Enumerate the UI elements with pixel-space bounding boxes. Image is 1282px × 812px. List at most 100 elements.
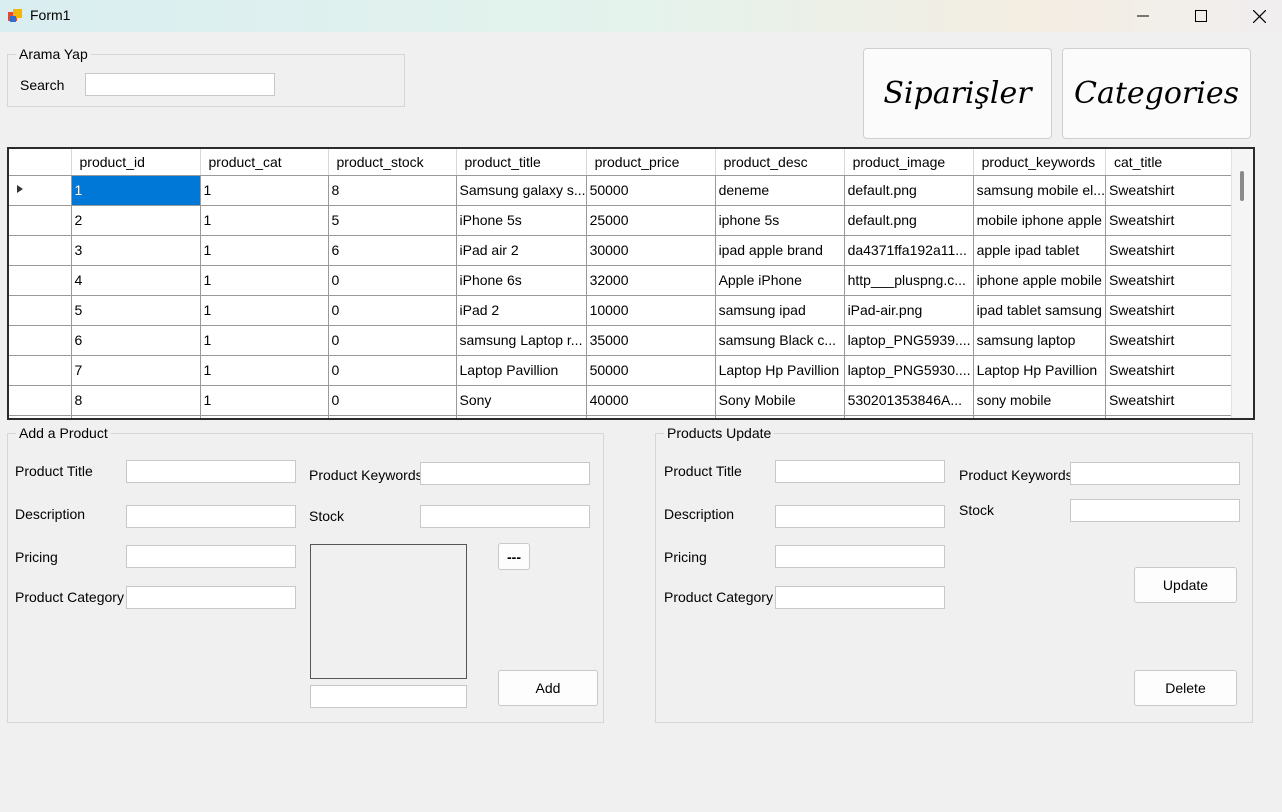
close-button[interactable] [1230, 0, 1282, 32]
table-cell[interactable] [455, 415, 587, 418]
table-cell[interactable]: da4371ffa192a11... [843, 235, 974, 266]
table-cell[interactable]: samsung Laptop r... [455, 325, 587, 356]
table-cell[interactable] [585, 415, 716, 418]
table-cell[interactable]: Laptop Hp Pavillion [972, 355, 1106, 386]
table-cell[interactable]: 0 [327, 355, 457, 386]
table-cell[interactable] [327, 415, 457, 418]
table-cell[interactable]: 1 [199, 325, 329, 356]
table-cell[interactable]: 25000 [585, 205, 716, 236]
table-cell[interactable]: apple ipad tablet [972, 235, 1106, 266]
table-cell[interactable]: 35000 [585, 325, 716, 356]
table-cell[interactable]: laptop_PNG5930.... [843, 355, 974, 386]
table-cell[interactable]: 1 [199, 175, 329, 206]
row-header[interactable] [9, 385, 72, 416]
table-cell[interactable]: 1 [199, 205, 329, 236]
table-cell[interactable]: Sweatshirt [1104, 355, 1234, 386]
table-cell[interactable]: 50000 [585, 355, 716, 386]
table-row[interactable]: 6 1 0 samsung Laptop r... 35000 samsung Black… [9, 325, 1234, 356]
table-cell[interactable]: Sweatshirt [1104, 205, 1234, 236]
categories-button[interactable]: Categories [1062, 48, 1251, 139]
image-path-input[interactable] [310, 685, 467, 708]
table-cell[interactable]: sony mobile [972, 385, 1106, 416]
table-cell[interactable]: http___pluspng.c... [843, 265, 974, 296]
table-row[interactable]: 1 1 8 Samsung galaxy s... 50000 deneme default… [9, 175, 1234, 206]
table-cell[interactable]: 3 [70, 235, 201, 266]
table-cell[interactable]: iPad air 2 [455, 235, 587, 266]
table-cell[interactable]: laptop_PNG5939.... [843, 325, 974, 356]
table-cell[interactable]: Laptop Hp Pavillion [714, 355, 845, 386]
table-cell[interactable]: 0 [327, 385, 457, 416]
row-header[interactable] [9, 235, 72, 266]
add-keywords-input[interactable] [420, 462, 590, 485]
row-header[interactable] [9, 355, 72, 386]
add-button[interactable]: Add [498, 670, 598, 706]
table-row[interactable]: 4 1 0 iPhone 6s 32000 Apple iPhone http___plus… [9, 265, 1234, 296]
table-cell[interactable]: samsung laptop [972, 325, 1106, 356]
table-cell[interactable]: 8 [70, 385, 201, 416]
table-cell[interactable]: Sony Mobile [714, 385, 845, 416]
table-row[interactable]: 2 1 5 iPhone 5s 25000 iphone 5s default.png mob… [9, 205, 1234, 236]
table-cell[interactable]: 30000 [585, 235, 716, 266]
orders-button[interactable]: Siparişler [863, 48, 1052, 139]
table-cell[interactable]: Samsung galaxy s... [455, 175, 587, 206]
table-cell[interactable]: 1 [199, 355, 329, 386]
minimize-button[interactable] [1114, 0, 1172, 32]
table-cell[interactable]: 50000 [585, 175, 716, 206]
table-cell[interactable]: ipad tablet samsung [972, 295, 1106, 326]
table-cell[interactable]: 5 [70, 295, 201, 326]
column-header[interactable]: product_image [844, 149, 974, 176]
table-cell[interactable]: 8 [327, 175, 457, 206]
table-cell[interactable] [1104, 415, 1234, 418]
table-cell[interactable]: 0 [327, 295, 457, 326]
maximize-button[interactable] [1172, 0, 1230, 32]
table-cell[interactable]: 1 [70, 175, 201, 206]
table-cell[interactable]: iphone apple mobile [972, 265, 1106, 296]
table-cell[interactable] [972, 415, 1106, 418]
column-header[interactable]: product_price [586, 149, 716, 176]
row-header[interactable] [9, 415, 72, 418]
browse-image-button[interactable]: --- [498, 543, 530, 570]
table-cell[interactable]: iPhone 5s [455, 205, 587, 236]
update-pricing-input[interactable] [775, 545, 945, 568]
table-cell[interactable] [70, 415, 201, 418]
table-cell[interactable]: 1 [199, 295, 329, 326]
row-header[interactable] [9, 265, 72, 296]
table-cell[interactable]: 530201353846A... [843, 385, 974, 416]
table-cell[interactable]: Laptop Pavillion [455, 355, 587, 386]
table-cell[interactable]: iphone 5s [714, 205, 845, 236]
table-cell[interactable]: 10000 [585, 295, 716, 326]
row-header[interactable] [9, 295, 72, 326]
table-cell[interactable]: Sweatshirt [1104, 265, 1234, 296]
table-cell[interactable]: Sweatshirt [1104, 385, 1234, 416]
table-cell[interactable]: Sweatshirt [1104, 325, 1234, 356]
column-header[interactable]: product_keywords [973, 149, 1106, 176]
table-cell[interactable]: iPhone 6s [455, 265, 587, 296]
table-cell[interactable]: 6 [327, 235, 457, 266]
row-header[interactable] [9, 205, 72, 236]
column-header[interactable]: product_cat [200, 149, 329, 176]
table-cell[interactable] [714, 415, 845, 418]
add-pricing-input[interactable] [126, 545, 296, 568]
table-cell[interactable]: default.png [843, 205, 974, 236]
update-button[interactable]: Update [1134, 567, 1237, 603]
table-cell[interactable]: Apple iPhone [714, 265, 845, 296]
table-row[interactable]: 7 1 0 Laptop Pavillion 50000 Laptop Hp Pavill… [9, 355, 1234, 386]
table-cell[interactable]: iPad 2 [455, 295, 587, 326]
update-description-input[interactable] [775, 505, 945, 528]
table-cell[interactable]: 4 [70, 265, 201, 296]
table-cell[interactable] [843, 415, 974, 418]
table-cell[interactable]: 1 [199, 385, 329, 416]
table-cell[interactable]: mobile iphone apple [972, 205, 1106, 236]
table-cell[interactable]: 40000 [585, 385, 716, 416]
search-input[interactable] [85, 73, 275, 96]
update-product-title-input[interactable] [775, 460, 945, 483]
table-cell[interactable]: Sweatshirt [1104, 295, 1234, 326]
table-cell[interactable]: deneme [714, 175, 845, 206]
table-cell[interactable]: default.png [843, 175, 974, 206]
scrollbar-thumb[interactable] [1240, 171, 1244, 201]
table-cell[interactable]: samsung Black c... [714, 325, 845, 356]
table-cell[interactable]: 1 [199, 235, 329, 266]
update-category-input[interactable] [775, 586, 945, 609]
table-cell[interactable]: 6 [70, 325, 201, 356]
table-row[interactable]: 8 1 0 Sony 40000 Sony Mobile 530201353846A... s… [9, 385, 1234, 416]
